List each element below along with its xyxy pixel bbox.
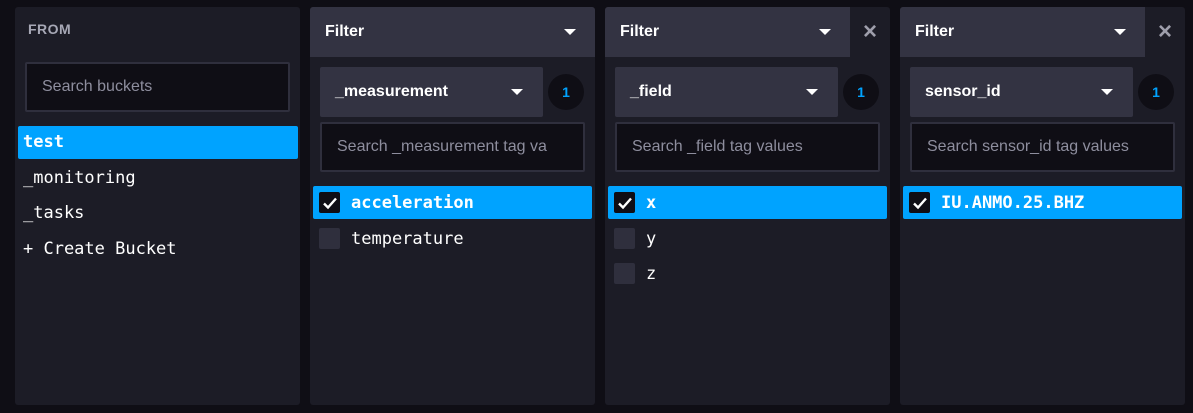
search-tag-values-input[interactable]	[320, 122, 585, 172]
filter-panel-measurement: Filter _measurement 1 acceleration tempe…	[310, 7, 595, 405]
tag-value-item[interactable]: acceleration	[313, 186, 592, 219]
selected-count-badge: 1	[1138, 74, 1174, 110]
checkbox-checked-icon[interactable]	[614, 192, 635, 213]
tag-value-item[interactable]: z	[608, 257, 887, 290]
filter-panel-field: Filter × _field 1 x y z	[605, 7, 890, 405]
tag-value-item[interactable]: IU.ANMO.25.BHZ	[903, 186, 1182, 219]
close-icon[interactable]: ×	[850, 7, 890, 57]
chevron-down-icon	[1114, 29, 1126, 35]
checkbox-unchecked-icon[interactable]	[319, 228, 340, 249]
tag-value-label: x	[646, 192, 657, 213]
chevron-down-icon	[806, 89, 818, 95]
tag-key-select[interactable]: sensor_id	[910, 67, 1133, 117]
tag-key-select[interactable]: _measurement	[320, 67, 543, 117]
filter-function-dropdown[interactable]: Filter	[900, 7, 1145, 57]
tag-value-item[interactable]: x	[608, 186, 887, 219]
filter-function-dropdown[interactable]: Filter	[605, 7, 850, 57]
filter-header-label: Filter	[620, 23, 660, 40]
bucket-item-tasks[interactable]: _tasks	[18, 197, 298, 230]
tag-key-select[interactable]: _field	[615, 67, 838, 117]
chevron-down-icon	[1101, 89, 1113, 95]
chevron-down-icon	[819, 29, 831, 35]
tag-value-label: temperature	[351, 228, 464, 249]
tag-value-item[interactable]: y	[608, 222, 887, 255]
selected-count-badge: 1	[843, 74, 879, 110]
checkbox-checked-icon[interactable]	[319, 192, 340, 213]
filter-header-label: Filter	[915, 23, 955, 40]
tag-value-label: IU.ANMO.25.BHZ	[941, 192, 1085, 213]
tag-key-label: _measurement	[335, 83, 448, 100]
tag-value-label: acceleration	[351, 192, 474, 213]
bucket-item-test[interactable]: test	[18, 126, 298, 159]
tag-key-label: sensor_id	[925, 83, 1001, 100]
from-title: FROM	[28, 21, 72, 37]
tag-value-item[interactable]: temperature	[313, 222, 592, 255]
from-panel: FROM test _monitoring _tasks + Create Bu…	[15, 7, 300, 405]
tag-value-label: y	[646, 228, 657, 249]
filter-header-label: Filter	[325, 23, 365, 40]
selected-count-badge: 1	[548, 74, 584, 110]
tag-key-label: _field	[630, 83, 672, 100]
filter-function-dropdown[interactable]: Filter	[310, 7, 595, 57]
search-buckets-input[interactable]	[25, 62, 290, 112]
close-icon[interactable]: ×	[1145, 7, 1185, 57]
checkbox-unchecked-icon[interactable]	[614, 228, 635, 249]
tag-value-label: z	[646, 263, 657, 284]
filter-panel-sensor-id: Filter × sensor_id 1 IU.ANMO.25.BHZ	[900, 7, 1185, 405]
checkbox-checked-icon[interactable]	[909, 192, 930, 213]
search-tag-values-input[interactable]	[615, 122, 880, 172]
chevron-down-icon	[564, 29, 576, 35]
search-tag-values-input[interactable]	[910, 122, 1175, 172]
create-bucket-button[interactable]: + Create Bucket	[18, 233, 298, 266]
checkbox-unchecked-icon[interactable]	[614, 263, 635, 284]
bucket-item-monitoring[interactable]: _monitoring	[18, 162, 298, 195]
chevron-down-icon	[511, 89, 523, 95]
